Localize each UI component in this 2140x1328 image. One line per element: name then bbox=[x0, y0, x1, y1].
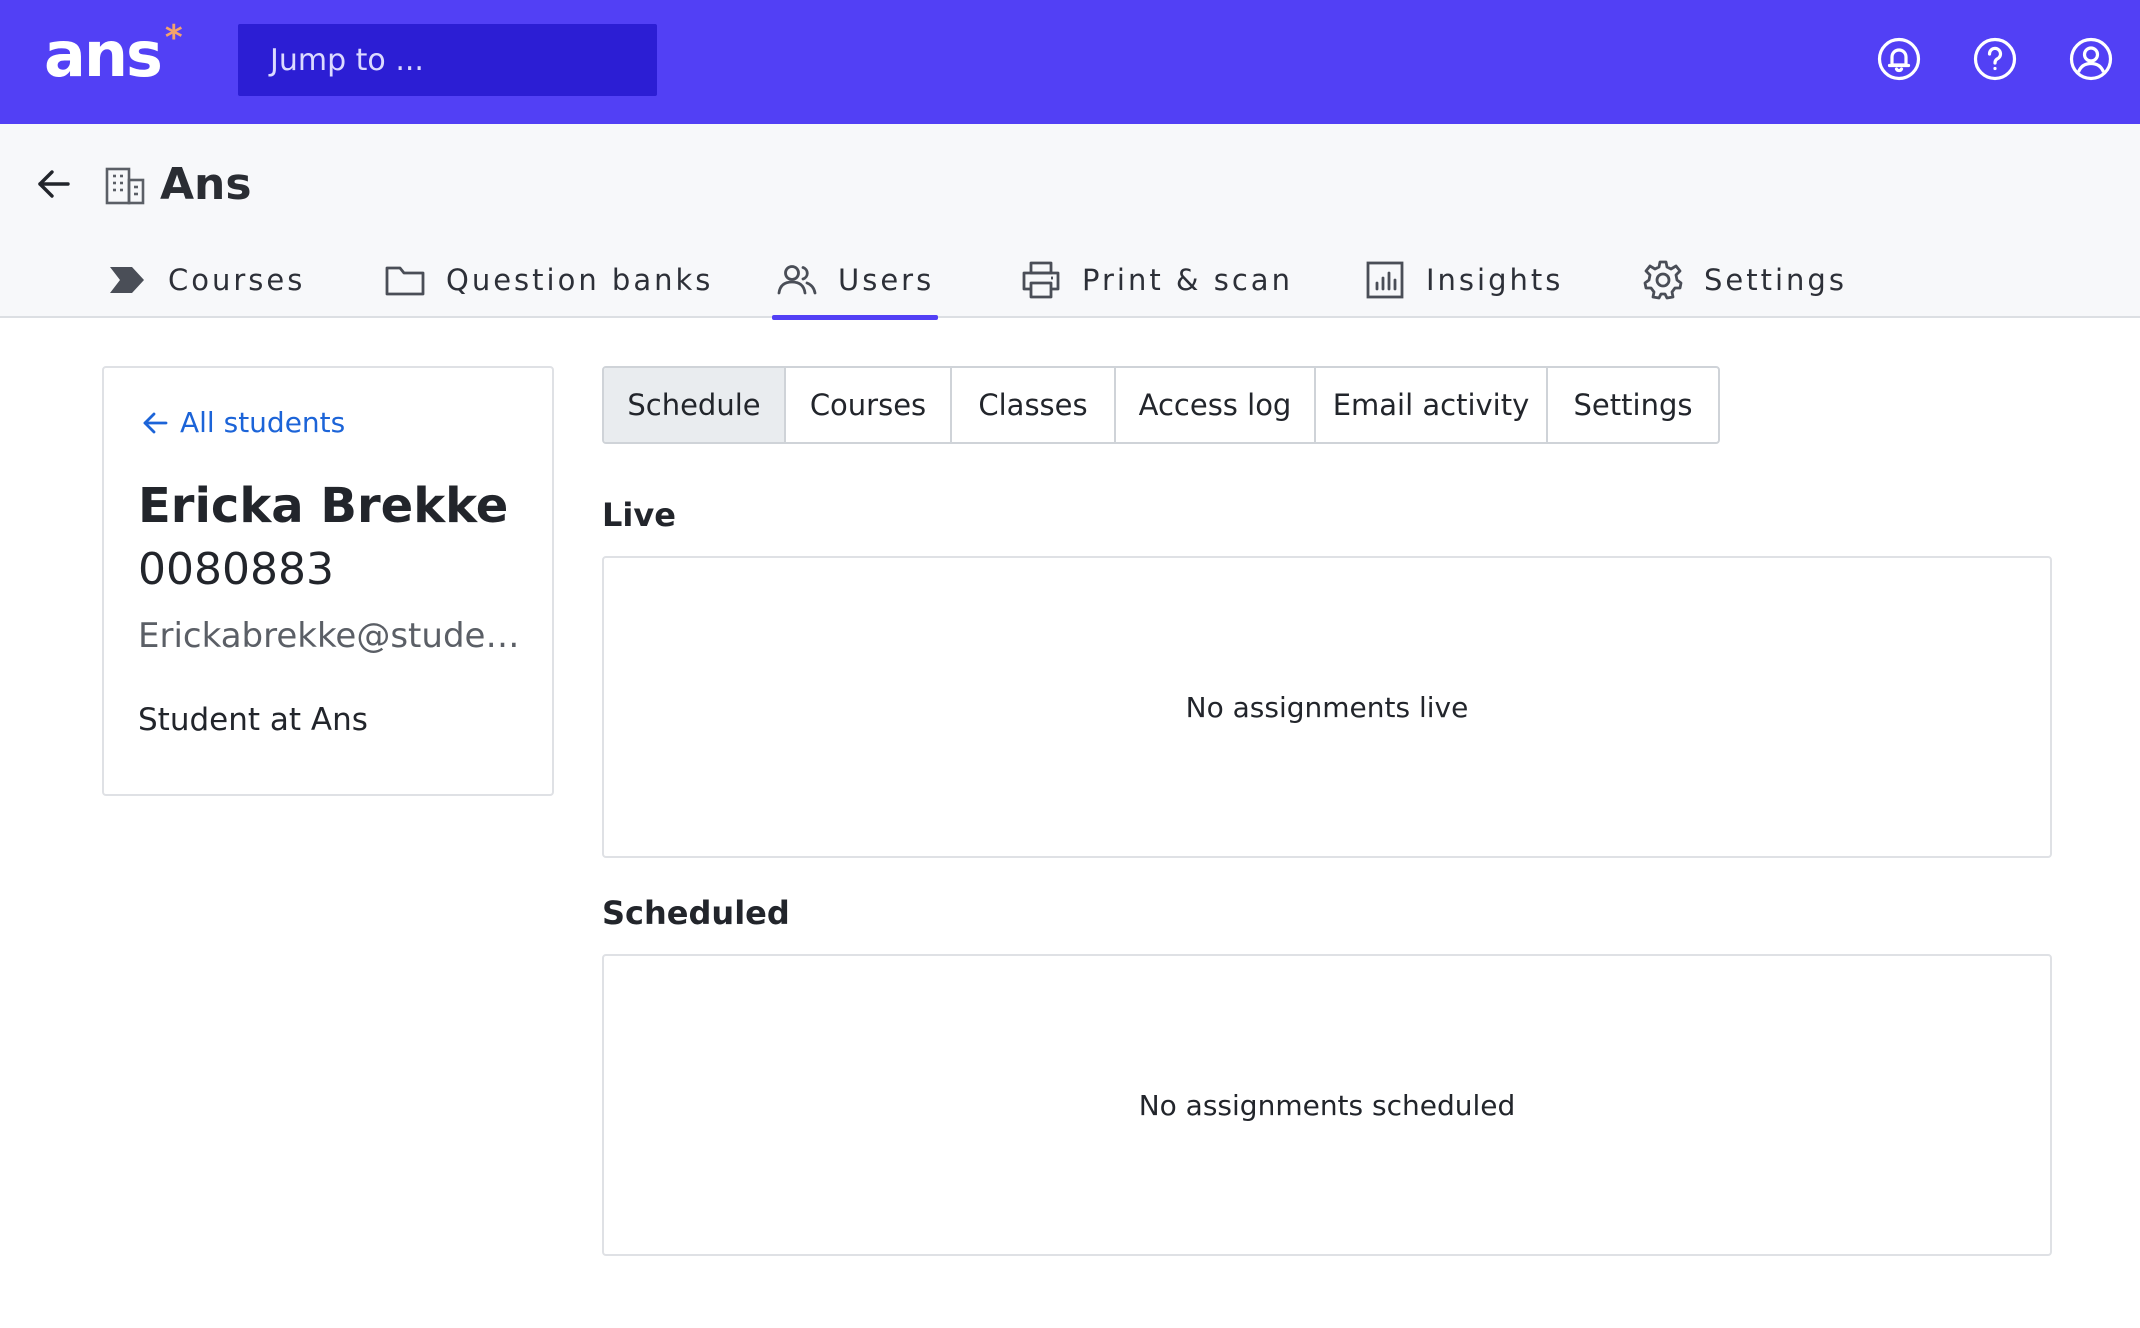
back-arrow-icon[interactable] bbox=[34, 164, 74, 204]
tab-email-activity[interactable]: Email activity bbox=[1316, 368, 1548, 442]
student-card: All students Ericka Brekke 0080883 Erick… bbox=[102, 366, 554, 796]
student-number: 0080883 bbox=[138, 544, 334, 595]
nav-label: Print & scan bbox=[1082, 263, 1293, 297]
nav-label: Settings bbox=[1704, 263, 1847, 297]
printer-icon bbox=[1022, 261, 1060, 299]
all-students-label: All students bbox=[180, 406, 346, 439]
student-email: Erickabrekke@studen... bbox=[138, 616, 538, 656]
insights-chart-icon bbox=[1366, 261, 1404, 299]
student-name: Ericka Brekke bbox=[138, 478, 509, 534]
courses-chevron-icon bbox=[110, 267, 144, 293]
nav-label: Question banks bbox=[446, 263, 714, 297]
top-bar: ans * Jump to ... bbox=[0, 0, 2140, 124]
tab-settings[interactable]: Settings bbox=[1548, 368, 1718, 442]
nav-print-scan[interactable]: Print & scan bbox=[1020, 242, 1293, 318]
logo-text: ans bbox=[44, 18, 163, 91]
arrow-left-icon bbox=[143, 412, 168, 433]
scheduled-section-title: Scheduled bbox=[602, 894, 790, 932]
main-nav: Courses Question banks Users Print & sca… bbox=[0, 242, 2140, 320]
tab-courses[interactable]: Courses bbox=[786, 368, 952, 442]
tab-schedule[interactable]: Schedule bbox=[604, 368, 786, 442]
jump-to-search[interactable]: Jump to ... bbox=[238, 24, 657, 96]
nav-question-banks[interactable]: Question banks bbox=[384, 242, 713, 318]
scheduled-assignments-panel: No assignments scheduled bbox=[602, 954, 2052, 1256]
live-assignments-panel: No assignments live bbox=[602, 556, 2052, 858]
nav-settings[interactable]: Settings bbox=[1642, 242, 1847, 318]
nav-label: Courses bbox=[168, 263, 306, 297]
nav-users[interactable]: Users bbox=[771, 242, 939, 320]
nav-insights[interactable]: Insights bbox=[1364, 242, 1563, 318]
live-section-title: Live bbox=[602, 496, 676, 534]
jump-to-placeholder: Jump to ... bbox=[270, 42, 424, 78]
all-students-link[interactable]: All students bbox=[140, 406, 345, 439]
student-role: Student at Ans bbox=[138, 702, 368, 738]
gear-icon bbox=[1643, 260, 1683, 300]
student-tabs: Schedule Courses Classes Access log Emai… bbox=[602, 366, 1720, 444]
org-title: Ans bbox=[160, 159, 252, 210]
live-empty-text: No assignments live bbox=[1185, 690, 1469, 724]
nav-courses[interactable]: Courses bbox=[106, 242, 305, 318]
folder-icon bbox=[385, 266, 425, 296]
nav-label: Insights bbox=[1426, 263, 1564, 297]
logo-star: * bbox=[164, 18, 183, 58]
users-icon bbox=[777, 265, 817, 295]
scheduled-empty-text: No assignments scheduled bbox=[1138, 1088, 1516, 1122]
ans-logo[interactable]: ans * bbox=[44, 20, 183, 90]
building-icon bbox=[105, 167, 145, 205]
tab-classes[interactable]: Classes bbox=[952, 368, 1116, 442]
help-icon[interactable] bbox=[1972, 36, 2018, 82]
page-header: Ans Courses Question banks Users Print &… bbox=[0, 124, 2140, 320]
nav-label: Users bbox=[838, 263, 935, 297]
notification-bell-icon[interactable] bbox=[1876, 36, 1922, 82]
account-icon[interactable] bbox=[2068, 36, 2114, 82]
tab-access-log[interactable]: Access log bbox=[1116, 368, 1316, 442]
